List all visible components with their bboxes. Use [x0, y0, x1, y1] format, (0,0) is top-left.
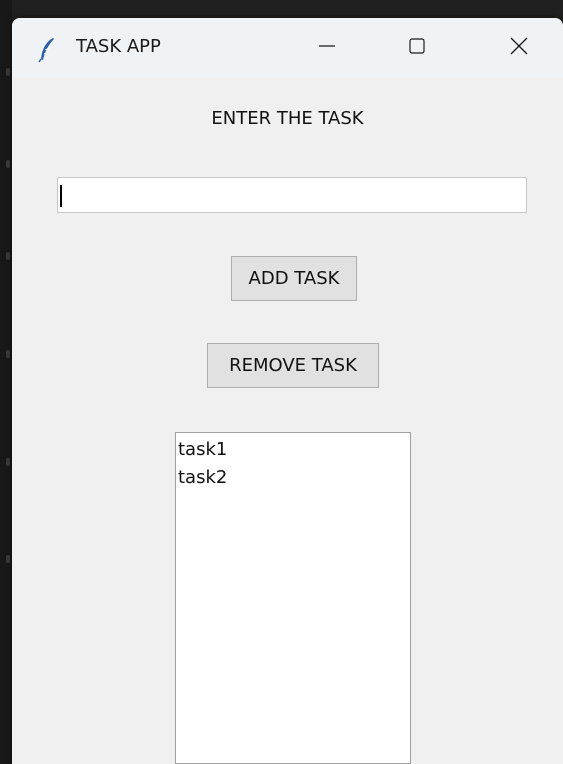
maximize-icon — [408, 37, 426, 59]
add-task-button[interactable]: ADD TASK — [231, 256, 357, 301]
task-entry-input[interactable] — [57, 177, 527, 213]
task-app-window: TASK APP ENTER THE TASK ADD TASK REMOVE … — [12, 18, 563, 764]
close-icon — [509, 36, 529, 60]
list-item[interactable]: task2 — [178, 464, 408, 492]
background-sidebar — [0, 0, 12, 764]
list-item[interactable]: task1 — [178, 436, 408, 464]
task-listbox[interactable]: task1 task2 — [175, 432, 411, 764]
minimize-icon — [318, 37, 336, 59]
task-heading: ENTER THE TASK — [211, 108, 364, 129]
remove-task-button[interactable]: REMOVE TASK — [207, 343, 379, 388]
window-title: TASK APP — [76, 36, 161, 57]
close-button[interactable] — [496, 26, 542, 70]
text-cursor — [60, 185, 62, 207]
minimize-button[interactable] — [304, 26, 350, 70]
feather-icon — [38, 37, 56, 63]
maximize-button[interactable] — [394, 26, 440, 70]
title-bar[interactable]: TASK APP — [12, 18, 563, 78]
